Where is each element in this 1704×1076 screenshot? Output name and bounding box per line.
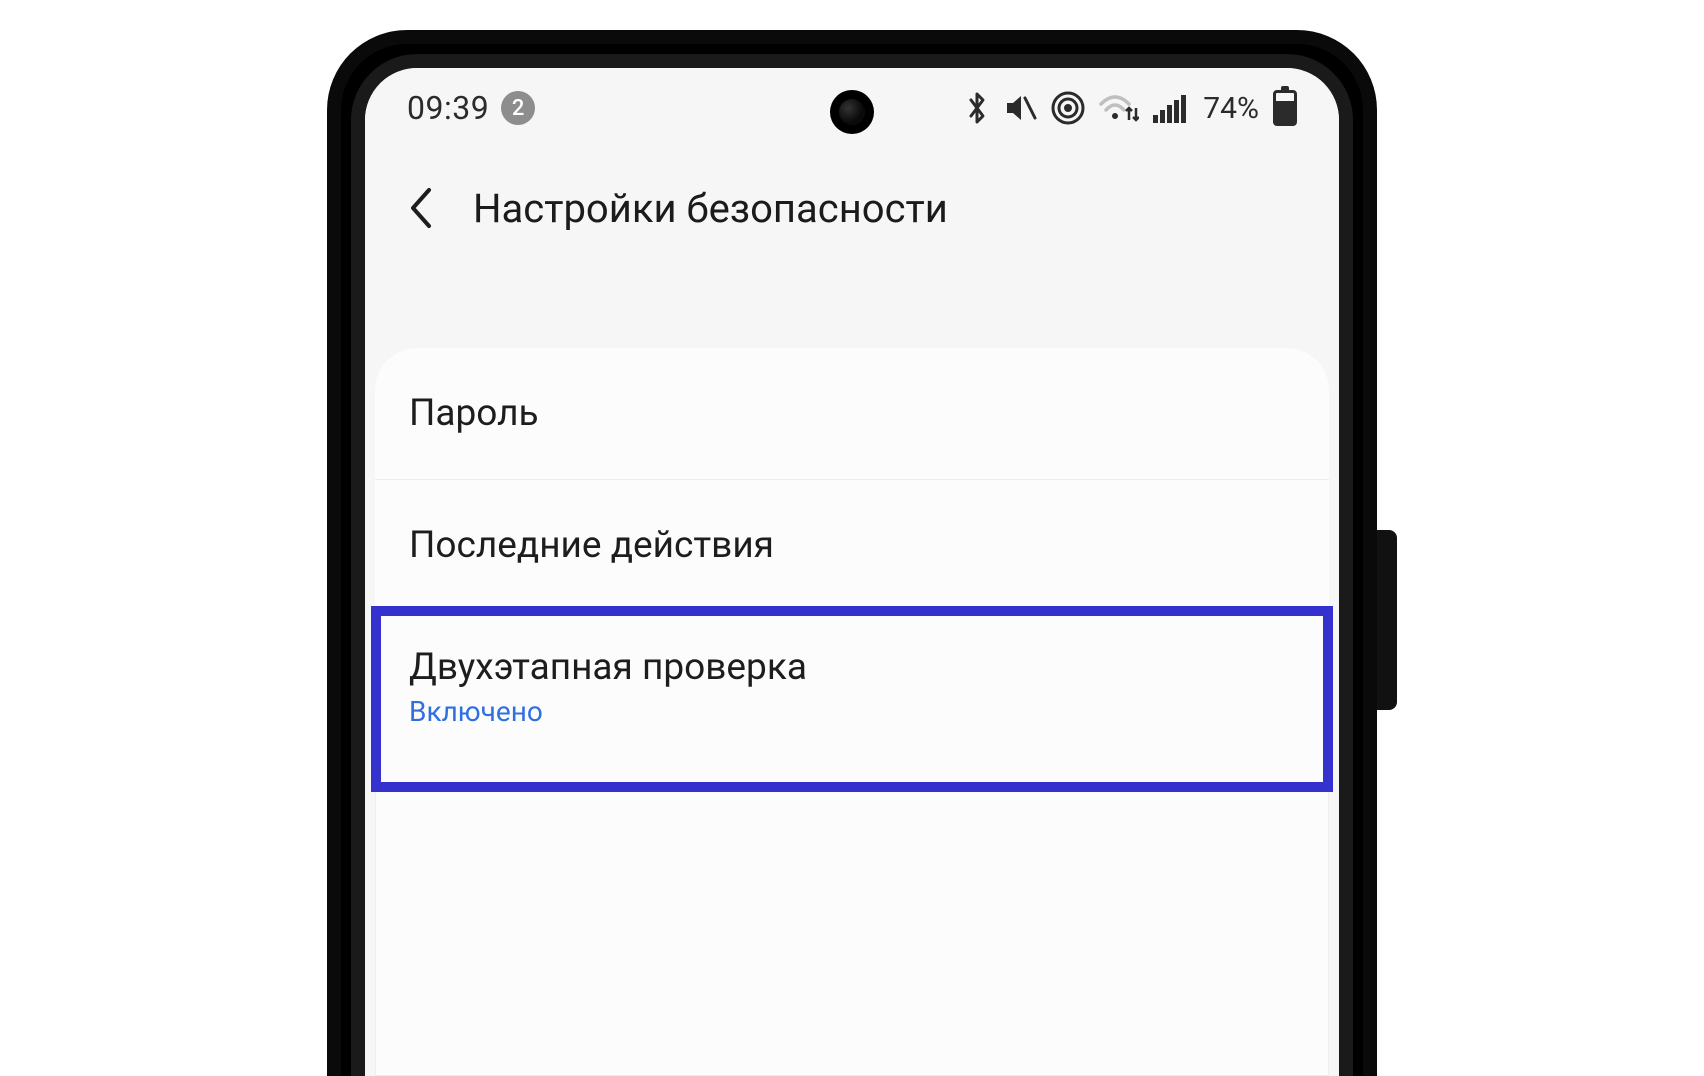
- list-item-label: Двухэтапная проверка: [409, 646, 1295, 689]
- front-camera: [830, 90, 874, 134]
- hotspot-icon: [1051, 91, 1085, 125]
- mute-icon: [1003, 92, 1037, 124]
- app-header: Настройки безопасности: [365, 148, 1339, 268]
- battery-percent: 74%: [1203, 91, 1259, 126]
- bluetooth-icon: [965, 90, 989, 126]
- list-item-recent-activity[interactable]: Последние действия: [375, 480, 1329, 612]
- battery-icon: [1273, 90, 1297, 126]
- phone-side-button: [1377, 530, 1397, 710]
- list-item-two-step-verification[interactable]: Двухэтапная проверка Включено: [375, 612, 1329, 770]
- status-clock: 09:39: [407, 89, 489, 127]
- notification-count-badge: 2: [501, 91, 535, 125]
- back-button[interactable]: [397, 184, 445, 232]
- wifi-icon: [1099, 92, 1139, 124]
- settings-card: Пароль Последние действия Двухэтапная пр…: [375, 348, 1329, 1076]
- page-title: Настройки безопасности: [473, 185, 948, 232]
- list-item-password[interactable]: Пароль: [375, 348, 1329, 480]
- screen: 09:39 2: [365, 68, 1339, 1076]
- cellular-icon: [1153, 93, 1187, 123]
- list-item-status: Включено: [409, 695, 1295, 728]
- list-item-label: Последние действия: [409, 524, 1295, 567]
- phone-frame: 09:39 2: [327, 30, 1377, 1076]
- chevron-left-icon: [407, 186, 435, 230]
- list-item-label: Пароль: [409, 392, 1295, 435]
